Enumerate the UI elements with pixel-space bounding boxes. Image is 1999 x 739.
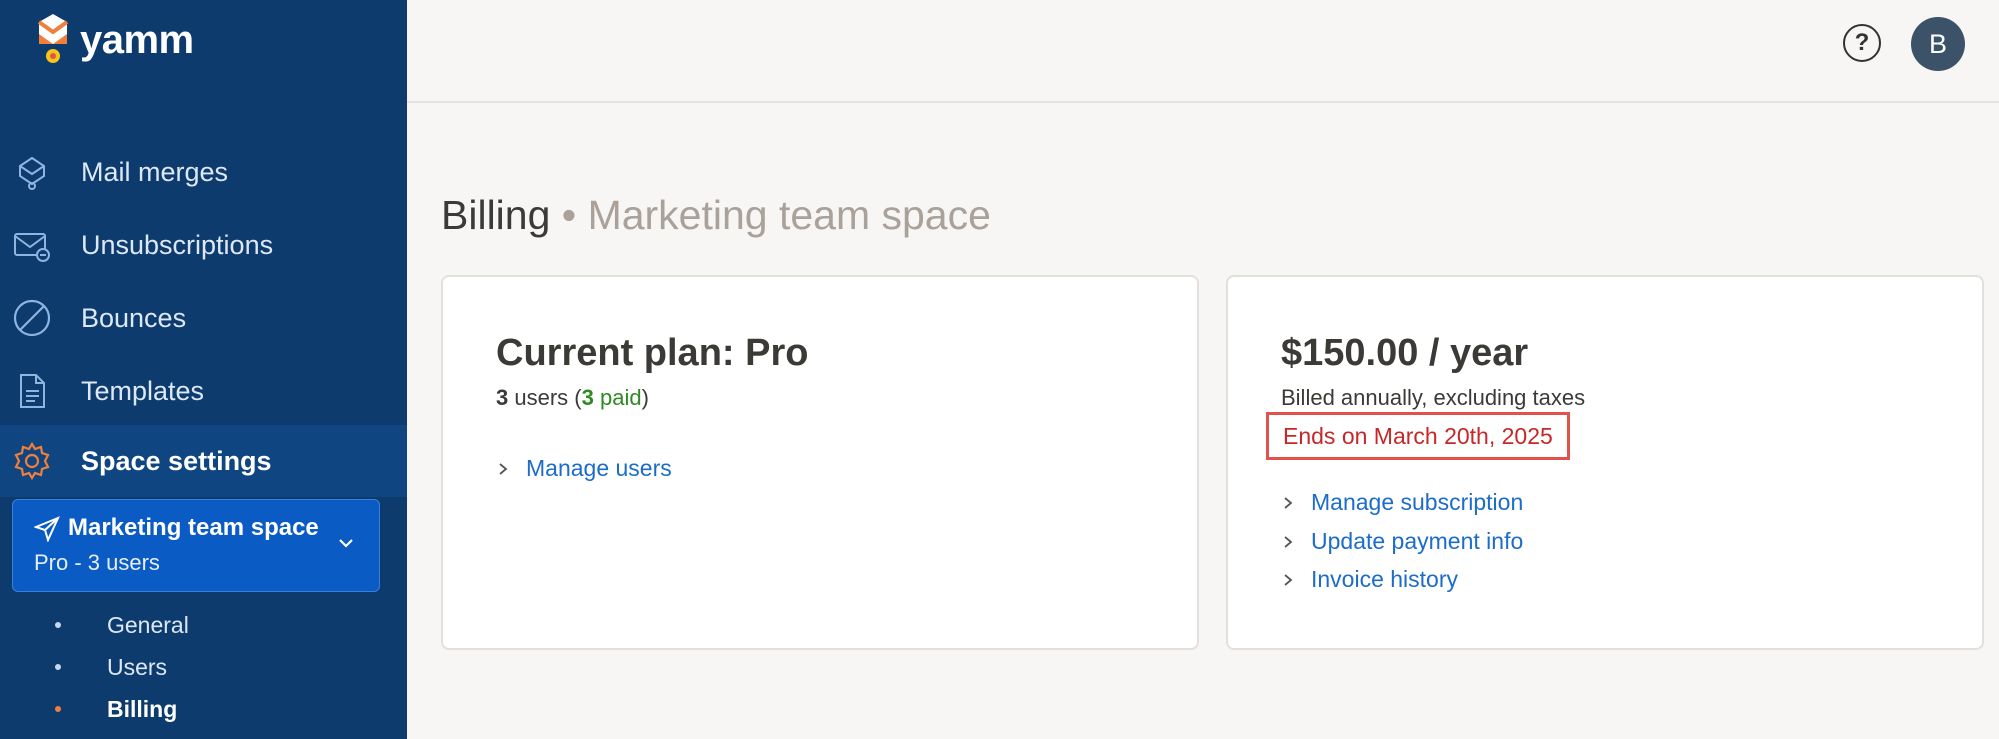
bounce-icon [13,299,51,337]
chevron-right-icon [1284,496,1293,509]
page-title-main: Billing [441,192,551,238]
title-separator: • [561,192,577,238]
paid-word: paid [600,385,642,410]
chevron-down-icon [339,539,353,548]
topbar: ? B [407,0,1999,103]
avatar[interactable]: B [1911,17,1965,71]
gear-icon [14,441,50,481]
bullet-dot [55,622,61,628]
subscription-end-date: Ends on March 20th, 2025 [1266,412,1570,460]
sidebar-subitem-billing[interactable]: Billing [0,689,407,729]
paid-count: 3 [581,385,594,410]
bullet-dot-active [55,706,61,712]
update-payment-info-link[interactable]: Update payment info [1281,528,1523,555]
sidebar: yamm Mail merges Unsubscriptions Bounces [0,0,407,739]
price-title: $150.00 / year [1281,332,1529,374]
link-label: Manage users [526,455,672,481]
manage-subscription-link[interactable]: Manage subscription [1281,489,1523,516]
plan-users-summary: 3 users (3 paid) [496,385,649,411]
sidebar-item-space-settings[interactable]: Space settings [0,425,407,497]
sidebar-subitem-users[interactable]: Users [0,647,407,687]
sidebar-item-label: Bounces [81,302,187,333]
sidebar-item-label: Templates [81,375,205,406]
invoice-history-link[interactable]: Invoice history [1281,566,1458,593]
chevron-right-icon [1284,573,1293,586]
subscription-card: $150.00 / year Billed annually, excludin… [1226,275,1984,650]
sidebar-item-templates[interactable]: Templates [0,355,407,427]
template-document-icon [20,374,45,408]
plan-title: Current plan: Pro [496,332,809,374]
help-button[interactable]: ? [1843,24,1881,62]
page-title: Billing • Marketing team space [441,192,991,239]
yamm-logo[interactable]: yamm [36,14,194,66]
send-icon [34,516,60,542]
sidebar-item-unsubscriptions[interactable]: Unsubscriptions [0,209,407,281]
unsubscribe-mail-icon [14,233,50,262]
sidebar-subitem-label: Users [107,653,168,680]
link-label: Update payment info [1311,528,1524,554]
sidebar-item-label: Space settings [81,445,272,476]
manage-users-link[interactable]: Manage users [496,455,672,482]
space-selector[interactable]: Marketing team space Pro - 3 users [12,499,380,592]
link-label: Manage subscription [1311,489,1524,515]
sidebar-item-label: Unsubscriptions [81,229,274,260]
space-name: Marketing team space [68,514,319,541]
users-count: 3 [496,385,509,410]
sidebar-subitem-general[interactable]: General [0,605,407,645]
link-label: Invoice history [1311,566,1459,592]
chevron-right-icon [499,462,508,475]
avatar-initial: B [1928,28,1947,59]
mail-merge-icon [19,156,45,190]
question-mark-icon: ? [1854,29,1870,56]
sidebar-item-label: Mail merges [81,156,229,187]
logo-text: yamm [80,17,194,62]
billing-note: Billed annually, excluding taxes [1281,385,1586,410]
current-plan-card: Current plan: Pro 3 users (3 paid) Manag… [441,275,1199,650]
users-word: users ( [514,385,582,410]
sidebar-item-bounces[interactable]: Bounces [0,282,407,354]
sidebar-subitem-label: Billing [107,695,178,722]
sidebar-subitem-label: General [107,611,189,638]
bullet-dot [55,664,61,670]
sidebar-item-mail-merges[interactable]: Mail merges [0,136,407,208]
chevron-right-icon [1284,535,1293,548]
yamm-logo-icon [37,14,69,63]
space-plan: Pro - 3 users [34,550,160,575]
close-paren: ) [641,385,649,410]
page-title-space: Marketing team space [587,192,991,238]
